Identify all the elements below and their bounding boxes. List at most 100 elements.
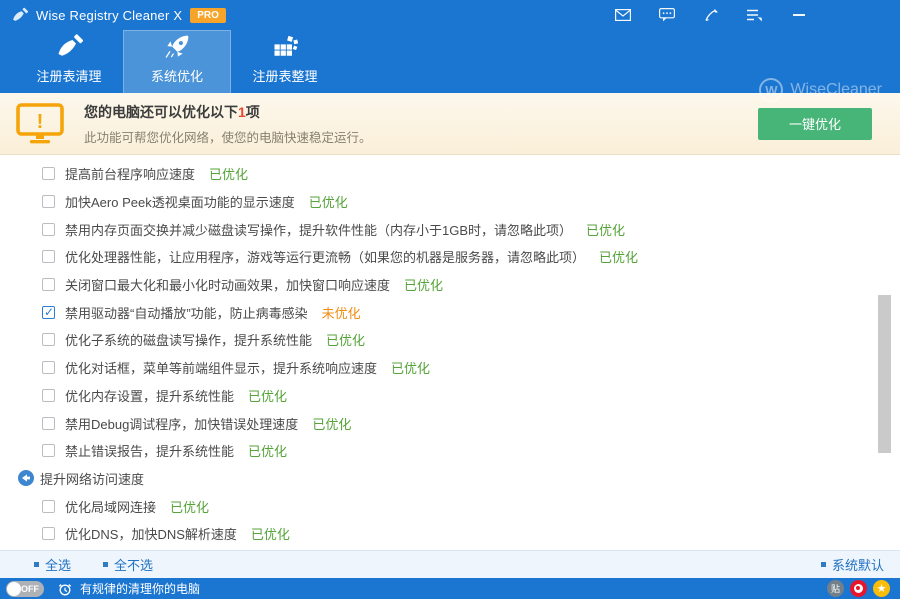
optimization-list: 提高前台程序响应速度 已优化 加快Aero Peek透视桌面功能的显示速度 已优… bbox=[0, 155, 900, 550]
item-label: 优化内存设置，提升系统性能 bbox=[65, 386, 234, 405]
pro-badge: PRO bbox=[190, 8, 226, 23]
item-checkbox[interactable] bbox=[42, 444, 55, 457]
menu-icon[interactable] bbox=[746, 7, 764, 23]
item-checkbox[interactable] bbox=[42, 195, 55, 208]
list-item[interactable]: 禁用Debug调试程序，加快错误处理速度 已优化 bbox=[0, 409, 900, 437]
select-none-label: 全不选 bbox=[114, 555, 153, 574]
item-label: 优化子系统的磁盘读写操作，提升系统性能 bbox=[65, 330, 312, 349]
tab-registry-defrag[interactable]: 注册表整理 bbox=[231, 30, 339, 93]
section-header[interactable]: 提升网络访问速度 bbox=[0, 465, 900, 493]
alarm-clock-icon bbox=[58, 582, 72, 596]
toggle-state-label: OFF bbox=[21, 584, 39, 594]
list-item[interactable]: 优化DNS，加快DNS解析速度 已优化 bbox=[0, 520, 900, 548]
item-status: 已优化 bbox=[586, 220, 625, 239]
item-status: 已优化 bbox=[209, 164, 248, 183]
item-status: 已优化 bbox=[248, 441, 287, 460]
app-title: Wise Registry Cleaner X bbox=[36, 8, 182, 23]
item-checkbox[interactable] bbox=[42, 527, 55, 540]
toggle-knob bbox=[7, 582, 21, 596]
item-label: 禁用内存页面交换并减少磁盘读写操作，提升软件性能（内存小于1GB时，请忽略此项） bbox=[65, 220, 572, 239]
item-label: 提高前台程序响应速度 bbox=[65, 164, 195, 183]
feedback-icon[interactable] bbox=[658, 7, 676, 23]
list-item[interactable]: 关闭窗口最大化和最小化时动画效果，加快窗口响应速度 已优化 bbox=[0, 271, 900, 299]
list-item[interactable]: 提高前台程序响应速度 已优化 bbox=[0, 160, 900, 188]
list-item[interactable]: 禁用内存页面交换并减少磁盘读写操作，提升软件性能（内存小于1GB时，请忽略此项）… bbox=[0, 215, 900, 243]
tieba-icon[interactable]: 贴 bbox=[827, 580, 844, 597]
weibo-icon[interactable] bbox=[850, 580, 867, 597]
item-status: 已优化 bbox=[312, 414, 351, 433]
tab-label: 注册表整理 bbox=[252, 66, 317, 85]
select-all-label: 全选 bbox=[45, 555, 71, 574]
tabbar: 注册表清理 系统优化 注册表整理 W WiseCleaner bbox=[0, 30, 900, 93]
system-default-link[interactable]: 系统默认 bbox=[821, 555, 884, 574]
schedule-toggle[interactable]: OFF bbox=[6, 581, 44, 597]
support-icon[interactable] bbox=[702, 7, 720, 23]
titlebar-actions bbox=[614, 7, 900, 23]
bullet-icon bbox=[103, 562, 108, 567]
alert-banner: ! 您的电脑还可以优化以下1项 此功能可帮您优化网络，使您的电脑快速稳定运行。 … bbox=[0, 93, 900, 155]
list-item[interactable]: 优化局域网连接 已优化 bbox=[0, 492, 900, 520]
rocket-icon bbox=[163, 31, 191, 61]
item-checkbox[interactable] bbox=[42, 167, 55, 180]
item-status: 已优化 bbox=[404, 275, 443, 294]
banner-texts: 您的电脑还可以优化以下1项 此功能可帮您优化网络，使您的电脑快速稳定运行。 bbox=[84, 102, 372, 146]
list-item[interactable]: 禁用驱动器“自动播放”功能，防止病毒感染 未优化 bbox=[0, 298, 900, 326]
section-label: 提升网络访问速度 bbox=[40, 469, 144, 488]
item-checkbox[interactable] bbox=[42, 417, 55, 430]
tab-system-tuneup[interactable]: 系统优化 bbox=[123, 30, 231, 93]
one-click-optimize-button[interactable]: 一键优化 bbox=[758, 108, 872, 140]
list-item[interactable]: 优化内存设置，提升系统性能 已优化 bbox=[0, 382, 900, 410]
item-status: 未优化 bbox=[322, 303, 361, 322]
brush-icon bbox=[55, 31, 83, 61]
list-item[interactable]: 优化对话框，菜单等前端组件显示，提升系统响应速度 已优化 bbox=[0, 354, 900, 382]
item-label: 优化对话框，菜单等前端组件显示，提升系统响应速度 bbox=[65, 358, 377, 377]
defrag-blocks-icon bbox=[271, 31, 299, 61]
item-checkbox[interactable] bbox=[42, 223, 55, 236]
item-label: 禁用Debug调试程序，加快错误处理速度 bbox=[65, 414, 298, 433]
item-status: 已优化 bbox=[391, 358, 430, 377]
item-checkbox[interactable] bbox=[42, 250, 55, 263]
list-item[interactable]: 禁止错误报告，提升系统性能 已优化 bbox=[0, 437, 900, 465]
item-checkbox[interactable] bbox=[42, 389, 55, 402]
item-label: 优化局域网连接 bbox=[65, 497, 156, 516]
app-icon bbox=[10, 6, 28, 24]
optimizable-count: 1 bbox=[238, 104, 246, 120]
svg-text:!: ! bbox=[37, 111, 44, 133]
bullet-icon bbox=[34, 562, 39, 567]
item-checkbox[interactable] bbox=[42, 500, 55, 513]
banner-subtitle: 此功能可帮您优化网络，使您的电脑快速稳定运行。 bbox=[84, 127, 372, 146]
select-all-link[interactable]: 全选 bbox=[34, 555, 71, 574]
item-checkbox[interactable] bbox=[42, 278, 55, 291]
network-section-icon bbox=[18, 470, 34, 486]
titlebar: Wise Registry Cleaner X PRO bbox=[0, 0, 900, 30]
social-links: 贴 ★ bbox=[827, 580, 890, 597]
item-checkbox[interactable] bbox=[42, 333, 55, 346]
list-item[interactable]: 加快Aero Peek透视桌面功能的显示速度 已优化 bbox=[0, 188, 900, 216]
logo-text: WiseCleaner bbox=[790, 81, 882, 99]
list-item[interactable]: 优化处理器性能，让应用程序，游戏等运行更流畅（如果您的机器是服务器，请忽略此项）… bbox=[0, 243, 900, 271]
app-window: Wise Registry Cleaner X PRO 注册表清理 bbox=[0, 0, 900, 599]
qzone-icon[interactable]: ★ bbox=[873, 580, 890, 597]
tab-registry-cleaner[interactable]: 注册表清理 bbox=[15, 30, 123, 93]
item-status: 已优化 bbox=[251, 524, 290, 543]
item-status: 已优化 bbox=[309, 192, 348, 211]
item-label: 加快Aero Peek透视桌面功能的显示速度 bbox=[65, 192, 295, 211]
banner-title-prefix: 您的电脑还可以优化以下 bbox=[84, 104, 238, 120]
item-label: 禁止错误报告，提升系统性能 bbox=[65, 441, 234, 460]
item-label: 优化DNS，加快DNS解析速度 bbox=[65, 524, 237, 543]
system-default-label: 系统默认 bbox=[832, 555, 884, 574]
item-status: 已优化 bbox=[170, 497, 209, 516]
list-item[interactable]: 优化子系统的磁盘读写操作，提升系统性能 已优化 bbox=[0, 326, 900, 354]
logo-w-icon: W bbox=[759, 78, 783, 102]
item-checkbox[interactable] bbox=[42, 361, 55, 374]
item-status: 已优化 bbox=[326, 330, 365, 349]
scrollbar-thumb[interactable] bbox=[878, 295, 891, 453]
banner-title-suffix: 项 bbox=[246, 104, 260, 120]
minimize-button[interactable] bbox=[790, 7, 808, 23]
select-none-link[interactable]: 全不选 bbox=[103, 555, 153, 574]
wisecleaner-logo: W WiseCleaner bbox=[759, 78, 882, 102]
mail-icon[interactable] bbox=[614, 7, 632, 23]
item-checkbox[interactable] bbox=[42, 306, 55, 319]
item-status: 已优化 bbox=[248, 386, 287, 405]
schedule-text: 有规律的清理你的电脑 bbox=[80, 580, 200, 597]
